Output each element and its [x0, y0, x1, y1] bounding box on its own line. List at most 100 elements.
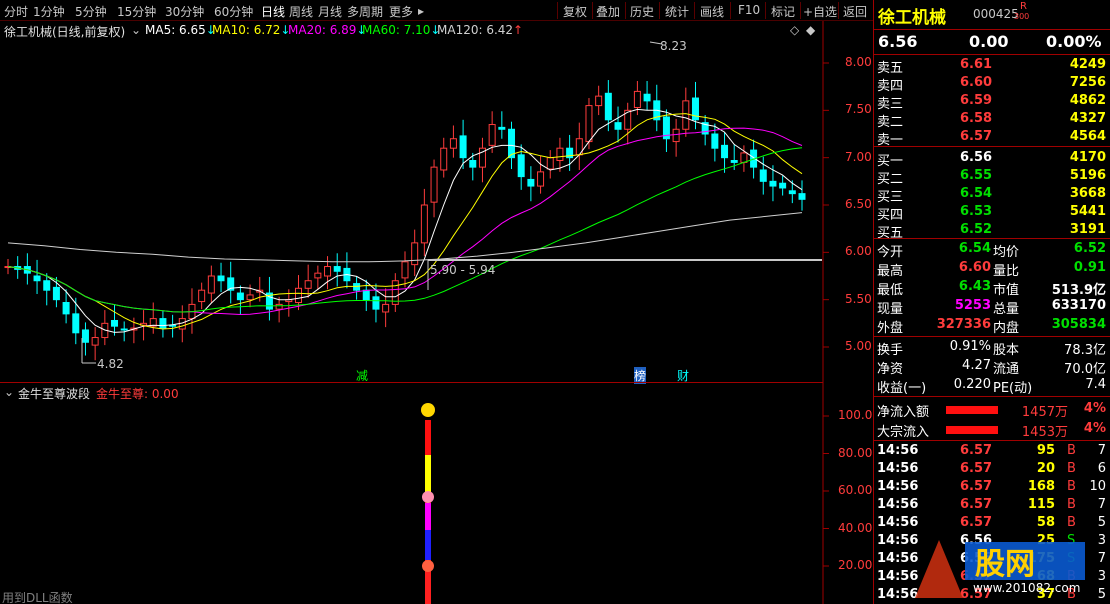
candle-body: [217, 275, 225, 282]
tick-count: 7: [1097, 443, 1106, 458]
flow-label: 净流入额: [877, 405, 930, 420]
indicator-tick-label: 80.00: [838, 445, 873, 460]
tick-side: S: [1067, 551, 1076, 566]
butterfly-icon: [422, 560, 434, 572]
bid-price[interactable]: 6.53: [960, 204, 992, 219]
high-price-label: 8.23: [660, 39, 687, 53]
fund-label: 股本: [993, 343, 1020, 358]
candle-body: [43, 280, 51, 291]
tick-price: 6.57: [960, 587, 993, 602]
bid-price[interactable]: 6.52: [960, 222, 992, 237]
stat-value: 633170: [1051, 298, 1106, 313]
tick-time: 14:56: [877, 479, 919, 494]
tick-price: 6.57: [960, 479, 993, 494]
tick-count: 3: [1097, 533, 1106, 548]
indicator-bar: [421, 403, 435, 604]
tick-time: 14:56: [877, 515, 919, 530]
candle-body: [769, 180, 777, 187]
candle-body: [449, 138, 457, 149]
tick-volume: 115: [1027, 497, 1055, 512]
tick-volume: 68: [1036, 569, 1055, 584]
price-tick-label: 8.00: [845, 55, 872, 69]
candle-body: [779, 182, 787, 189]
quote-panel: 徐工机械 000425 R 300 6.56 0.00 0.00% 卖五 6.61…: [873, 0, 1110, 604]
candle-body: [682, 100, 690, 130]
dll-footer: 用到DLL函数: [2, 591, 73, 604]
stat-label: 外盘: [877, 321, 904, 336]
stat-value: 6.60: [958, 260, 991, 275]
tick-price: 6.57: [960, 497, 993, 512]
candle-body: [546, 157, 554, 170]
range-label: 5.90 - 5.94: [430, 263, 496, 277]
stat-label: 内盘: [993, 321, 1020, 336]
ask-label: 卖四: [877, 79, 904, 94]
candle-body: [333, 266, 341, 272]
candle-body: [198, 289, 206, 303]
last-price: 6.56: [878, 32, 918, 51]
kline-chart[interactable]: [0, 0, 873, 604]
candle-body: [294, 287, 302, 304]
fund-value: 78.3亿: [1064, 343, 1106, 358]
ma60-line: [7, 147, 803, 313]
candle-body: [420, 204, 428, 244]
indicator-tick-label: 60.00: [838, 483, 873, 497]
candle-body: [711, 133, 719, 149]
ask-volume: 4327: [1069, 111, 1106, 126]
flow-value: 1457万: [1021, 405, 1068, 420]
candle-body: [372, 296, 380, 310]
candle-body: [72, 313, 80, 334]
bid-volume: 3191: [1069, 222, 1106, 237]
bid-volume: 3668: [1069, 186, 1106, 201]
candle-body: [324, 266, 332, 277]
candle-body: [604, 92, 612, 121]
tick-price: 6.57: [960, 461, 993, 476]
price-axis: [823, 62, 829, 348]
price-tick-label: 6.50: [845, 197, 872, 211]
candle-body: [159, 318, 167, 329]
stat-label: 今开: [877, 245, 904, 260]
ask-price[interactable]: 6.57: [960, 129, 992, 144]
tick-volume: 168: [1027, 479, 1055, 494]
candle-body: [111, 319, 119, 327]
ask-price[interactable]: 6.60: [960, 75, 992, 90]
stat-value: 0.91: [1073, 260, 1106, 275]
bid-label: 买一: [877, 154, 904, 169]
price-change-pct: 0.00%: [1046, 32, 1102, 51]
stat-label: 总量: [993, 302, 1020, 317]
ask-label: 卖二: [877, 115, 904, 130]
fund-value: 4.27: [962, 358, 991, 373]
ask-volume: 4862: [1069, 93, 1106, 108]
flow-bar: [946, 406, 998, 414]
candle-body: [207, 275, 215, 294]
tick-side: B: [1067, 569, 1076, 584]
tick-time: 14:56: [877, 551, 919, 566]
ask-price[interactable]: 6.59: [960, 93, 992, 108]
bid-price[interactable]: 6.54: [960, 186, 992, 201]
indicator-header: ⌄ 金牛至尊波段 金牛至尊: 0.00: [0, 382, 823, 401]
tick-price: 6.56: [960, 533, 993, 548]
ask-price[interactable]: 6.58: [960, 111, 992, 126]
fund-value: 0.220: [953, 377, 991, 392]
bid-label: 买二: [877, 172, 904, 187]
tick-count: 3: [1097, 569, 1106, 584]
price-tick-label: 7.50: [845, 102, 872, 117]
indicator-settings-icon[interactable]: ⌄: [4, 385, 14, 399]
bid-price[interactable]: 6.56: [960, 150, 992, 165]
candle-body: [469, 160, 477, 168]
low-price-label: 4.82: [97, 357, 124, 371]
stat-value: 6.54: [958, 241, 991, 256]
tick-count: 5: [1097, 515, 1106, 530]
fund-value: 70.0亿: [1064, 362, 1106, 377]
candle-body: [740, 152, 748, 163]
candle-body: [537, 171, 545, 187]
tick-time: 14:56: [877, 569, 919, 584]
bid-price[interactable]: 6.55: [960, 168, 992, 183]
candle-body: [643, 93, 651, 102]
stock-flag-sub: 300: [1014, 12, 1030, 21]
ask-price[interactable]: 6.61: [960, 57, 992, 72]
price-tick-label: 6.00: [845, 244, 872, 259]
flow-pct: 4%: [1083, 401, 1106, 416]
candle-body: [52, 286, 60, 301]
fund-label: 换手: [877, 343, 904, 358]
price-tick-label: 7.00: [845, 149, 872, 164]
